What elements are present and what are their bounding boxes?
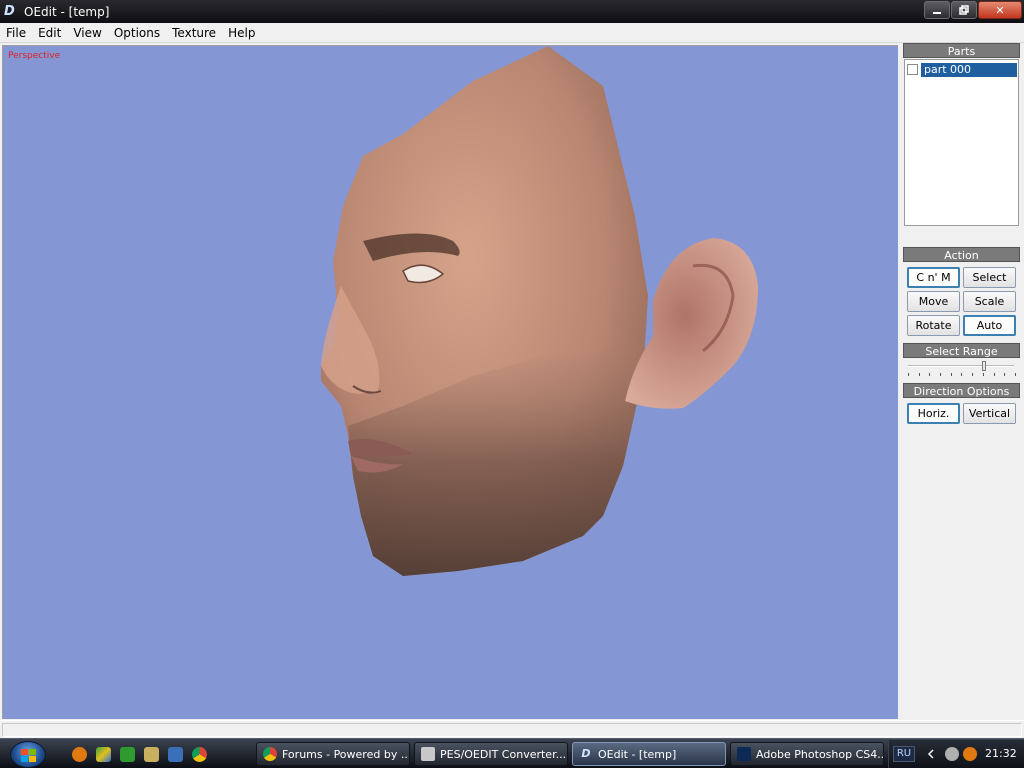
part-label[interactable]: part 000: [921, 62, 1017, 77]
menu-bar: File Edit View Options Texture Help: [0, 23, 1024, 43]
parts-header: Parts: [903, 43, 1020, 58]
select-range-header: Select Range: [903, 343, 1020, 358]
move-button[interactable]: Move: [907, 291, 960, 312]
chrome-icon[interactable]: [192, 747, 207, 762]
minimize-button[interactable]: [924, 1, 950, 19]
horiz-button[interactable]: Horiz.: [907, 403, 960, 424]
start-button[interactable]: [10, 741, 46, 768]
menu-file[interactable]: File: [0, 26, 32, 40]
part-checkbox[interactable]: [907, 64, 918, 75]
avast-icon[interactable]: [72, 747, 87, 762]
side-panel: Parts part 000 Action C n' M Select Move…: [900, 43, 1024, 720]
rotate-button[interactable]: Rotate: [907, 315, 960, 336]
window-title: OEdit - [temp]: [24, 4, 110, 19]
task-label: OEdit - [temp]: [598, 747, 677, 761]
select-range-slider[interactable]: [908, 365, 1014, 367]
desktop-icon[interactable]: [168, 747, 183, 762]
task-label: PES/OEDIT Converter...: [440, 747, 567, 761]
action-header: Action: [903, 247, 1020, 262]
converter-icon: [421, 747, 435, 761]
drive-icon[interactable]: [96, 747, 111, 762]
select-button[interactable]: Select: [963, 267, 1016, 288]
menu-texture[interactable]: Texture: [166, 26, 222, 40]
status-field: [2, 723, 1022, 737]
task-label: Adobe Photoshop CS4...: [756, 747, 884, 761]
vertical-button[interactable]: Vertical: [963, 403, 1016, 424]
task-forums[interactable]: Forums - Powered by ...: [256, 742, 410, 766]
task-converter[interactable]: PES/OEDIT Converter...: [414, 742, 568, 766]
oedit-icon: D: [581, 747, 591, 760]
select-range-thumb[interactable]: [982, 361, 987, 371]
parts-list[interactable]: part 000: [904, 59, 1019, 226]
scale-button[interactable]: Scale: [963, 291, 1016, 312]
language-indicator[interactable]: RU: [893, 746, 915, 762]
auto-button[interactable]: Auto: [963, 315, 1016, 336]
clock[interactable]: 21:32: [985, 747, 1017, 760]
restore-icon: [959, 5, 969, 15]
menu-options[interactable]: Options: [108, 26, 166, 40]
task-label: Forums - Powered by ...: [282, 747, 410, 761]
oedit-app-icon: D: [4, 3, 15, 19]
avast-tray-icon[interactable]: [963, 747, 977, 761]
list-item[interactable]: part 000: [907, 62, 1017, 77]
close-button[interactable]: ✕: [978, 1, 1022, 19]
minimize-icon: [933, 12, 941, 14]
3d-viewport[interactable]: Perspective: [2, 45, 898, 719]
menu-edit[interactable]: Edit: [32, 26, 67, 40]
utorrent-icon[interactable]: [120, 747, 135, 762]
head-model[interactable]: [3, 46, 898, 719]
close-icon: ✕: [995, 3, 1005, 17]
winamp-icon[interactable]: [144, 747, 159, 762]
menu-view[interactable]: View: [67, 26, 107, 40]
task-photoshop[interactable]: Adobe Photoshop CS4...: [730, 742, 884, 766]
volume-icon[interactable]: [945, 747, 959, 761]
slider-ticks: [908, 373, 1016, 377]
windows-logo-icon: [21, 749, 36, 762]
task-oedit[interactable]: D OEdit - [temp]: [572, 742, 726, 766]
photoshop-icon: [737, 747, 751, 761]
chevron-left-icon[interactable]: [927, 749, 935, 759]
title-bar[interactable]: D OEdit - [temp] ✕: [0, 0, 1024, 23]
cnm-button[interactable]: C n' M: [907, 267, 960, 288]
taskbar: Forums - Powered by ... PES/OEDIT Conver…: [0, 738, 1024, 768]
status-bar: [0, 720, 1024, 738]
direction-options-header: Direction Options: [903, 383, 1020, 398]
system-tray: RU 21:32: [888, 740, 1024, 768]
chrome-icon: [263, 747, 277, 761]
menu-help[interactable]: Help: [222, 26, 261, 40]
restore-button[interactable]: [951, 1, 977, 19]
